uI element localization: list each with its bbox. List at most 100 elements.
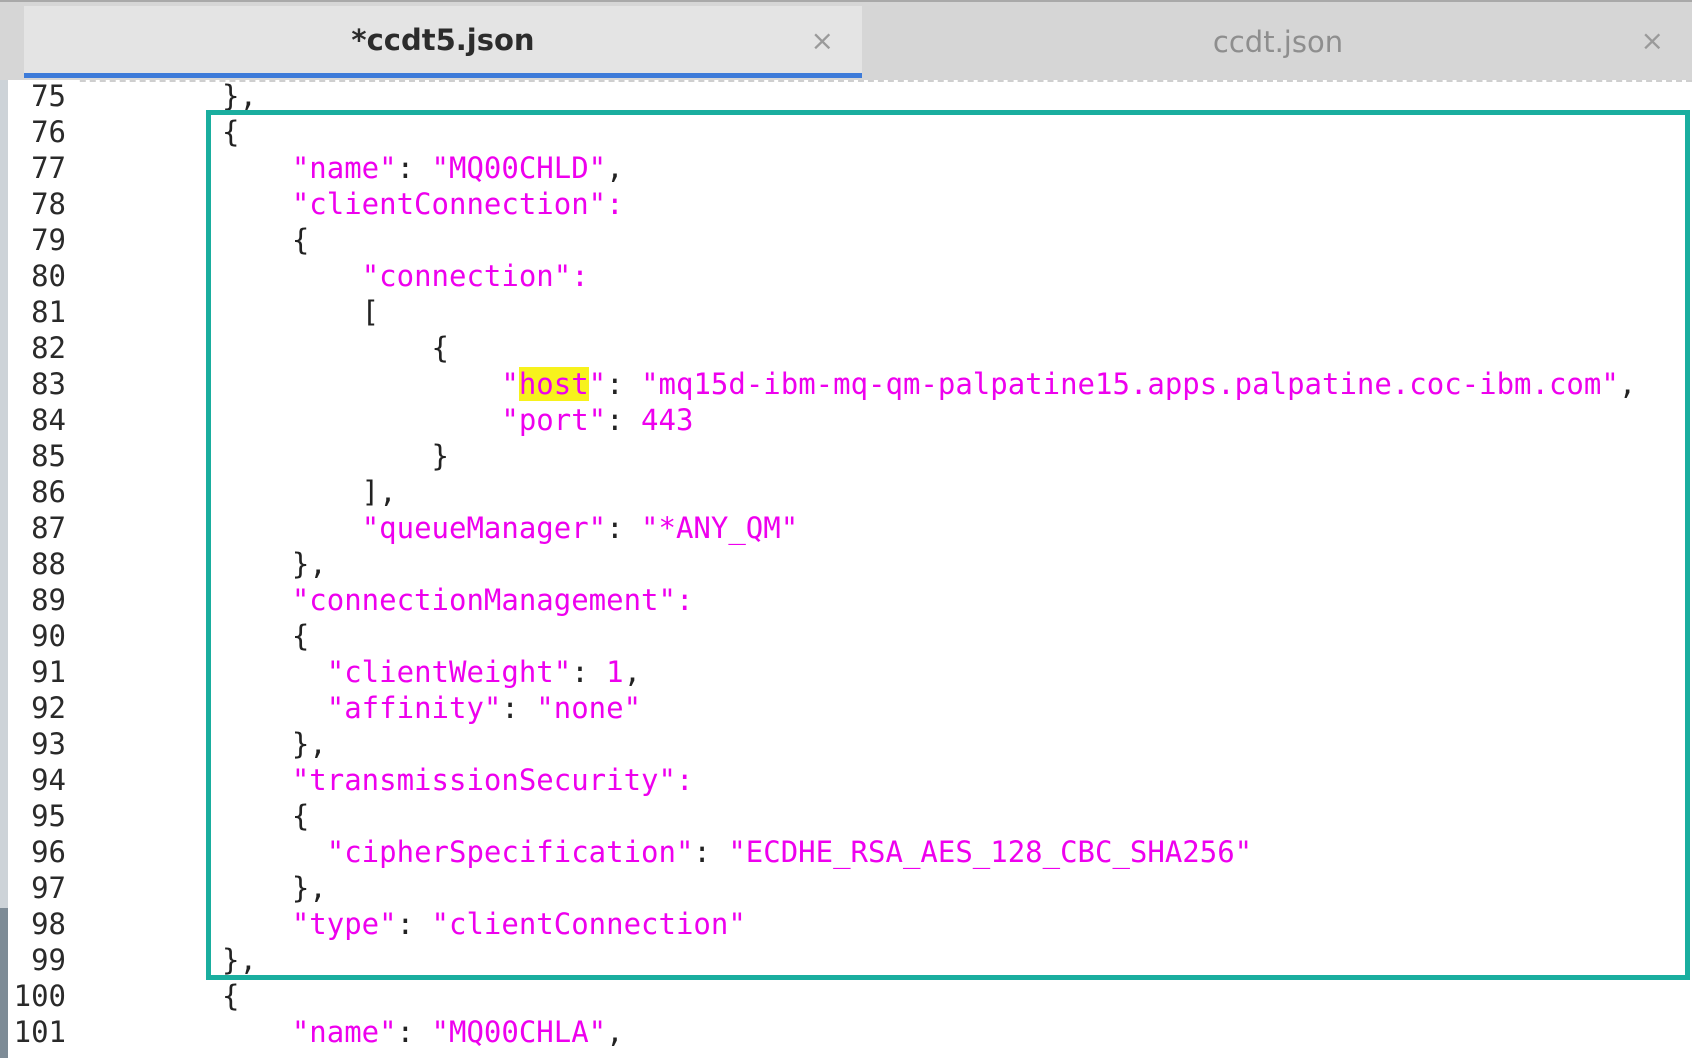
json-token-punct: ], [222,475,397,509]
code-line[interactable]: 90 { [0,618,1692,654]
code-line[interactable]: 93 }, [0,726,1692,762]
line-number: 85 [31,439,66,473]
json-token-punct: : [606,367,642,401]
json-token-punct: , [606,151,624,185]
json-token-punct: }, [222,547,327,581]
line-number: 90 [31,619,66,653]
line-number: 91 [31,655,66,689]
code-text: } [222,438,449,474]
code-line[interactable]: 99}, [0,942,1692,978]
json-token-string: "none" [536,691,642,725]
code-editor[interactable]: 75}, 76{77 "name": "MQ00CHLD", 78 "clientC… [0,78,1692,1050]
code-line[interactable]: 78 "clientConnection": [0,186,1692,222]
json-token-punct [222,907,292,941]
line-number: 82 [31,331,66,365]
json-token-punct: { [222,799,310,833]
tab-ccdt5-json[interactable]: *ccdt5.json × [24,6,862,78]
json-token-punct [222,259,362,293]
code-text: }, [222,870,327,906]
code-line[interactable]: 91 "clientWeight": 1, [0,654,1692,690]
code-line[interactable]: 95 { [0,798,1692,834]
line-number: 88 [31,547,66,581]
json-token-string: "cipherSpecification" [326,835,694,869]
line-number: 95 [31,799,66,833]
code-line[interactable]: 77 "name": "MQ00CHLD", [0,150,1692,186]
json-token-string: "affinity" [326,691,502,725]
code-line[interactable]: 94 "transmissionSecurity": [0,762,1692,798]
code-text: ], [222,474,397,510]
json-token-punct: { [222,619,310,653]
tab-ccdt-json[interactable]: ccdt.json × [864,6,1692,78]
line-number: 87 [31,511,66,545]
code-line[interactable]: 86 ], [0,474,1692,510]
code-line[interactable]: 80 "connection": [0,258,1692,294]
code-text: "host": "mq15d-ibm-mq-qm-palpatine15.app… [222,366,1636,402]
json-token-punct: : [396,151,432,185]
json-token-punct: { [222,331,449,365]
code-line[interactable]: 84 "port": 443 [0,402,1692,438]
json-token-punct: }, [222,79,257,113]
json-token-string: "connectionManagement": [291,583,694,617]
line-number: 86 [31,475,66,509]
code-text: "queueManager": "*ANY_QM" [222,510,799,546]
line-number: 92 [31,691,66,725]
json-token-punct: , [623,655,642,689]
close-icon[interactable]: × [811,24,834,57]
json-token-punct: { [222,115,240,149]
line-number: 84 [31,403,66,437]
close-icon[interactable]: × [1641,24,1664,57]
json-token-punct: : [693,835,729,869]
code-text: { [222,798,309,834]
code-line[interactable]: 76 { [0,114,1692,150]
json-token-string: "clientWeight" [326,655,572,689]
line-number: 81 [31,295,66,329]
json-token-string: " [501,367,519,401]
code-line[interactable]: 92 "affinity": "none" [0,690,1692,726]
line-number: 78 [31,187,66,221]
code-text: { [222,618,309,654]
json-token-punct: : [571,655,607,689]
code-line[interactable]: 87 "queueManager": "*ANY_QM" [0,510,1692,546]
code-line[interactable]: 81 [ [0,294,1692,330]
json-token-punct [222,187,292,221]
line-number: 80 [31,259,66,293]
code-line[interactable]: 85 } [0,438,1692,474]
json-token-string: "name" [291,1015,397,1049]
code-line[interactable]: 100 { [0,978,1692,1014]
code-line[interactable]: 82 { [0,330,1692,366]
code-line[interactable]: 88 }, [0,546,1692,582]
json-token-punct: }, [222,871,327,905]
tab-bar: *ccdt5.json × ccdt.json × [0,0,1692,80]
search-highlight: host [518,367,589,401]
code-line[interactable]: 83 "host": "mq15d-ibm-mq-qm-palpatine15.… [0,366,1692,402]
line-number: 97 [31,871,66,905]
json-token-punct: : [606,511,642,545]
code-line[interactable]: 75}, [0,78,1692,114]
json-token-punct [222,511,362,545]
code-line[interactable]: 96 "cipherSpecification": "ECDHE_RSA_AES… [0,834,1692,870]
code-line[interactable]: 101 "name": "MQ00CHLA", [0,1014,1692,1050]
json-token-punct: }, [222,943,257,977]
json-token-string: "queueManager" [361,511,607,545]
json-token-punct [222,763,292,797]
code-text: { [222,330,449,366]
json-token-punct [222,403,501,437]
code-text: "affinity": "none" [222,690,641,726]
json-token-string: 443 [641,403,694,437]
code-text: "clientWeight": 1, [222,654,641,690]
json-token-punct: [ [222,295,380,329]
code-line[interactable]: 79 { [0,222,1692,258]
code-line[interactable]: 89 "connectionManagement": [0,582,1692,618]
json-token-string: "port" [501,403,607,437]
line-number: 101 [13,1015,66,1049]
code-text: { [222,978,239,1014]
json-token-string: "clientConnection": [291,187,624,221]
json-token-string: "type" [291,907,397,941]
json-token-string: "*ANY_QM" [641,511,799,545]
code-text: "transmissionSecurity": [222,762,694,798]
code-line[interactable]: 97 }, [0,870,1692,906]
code-line[interactable]: 98 "type": "clientConnection" [0,906,1692,942]
code-text: "connection": [222,258,589,294]
code-text: "connectionManagement": [222,582,694,618]
json-token-punct: { [222,979,240,1013]
